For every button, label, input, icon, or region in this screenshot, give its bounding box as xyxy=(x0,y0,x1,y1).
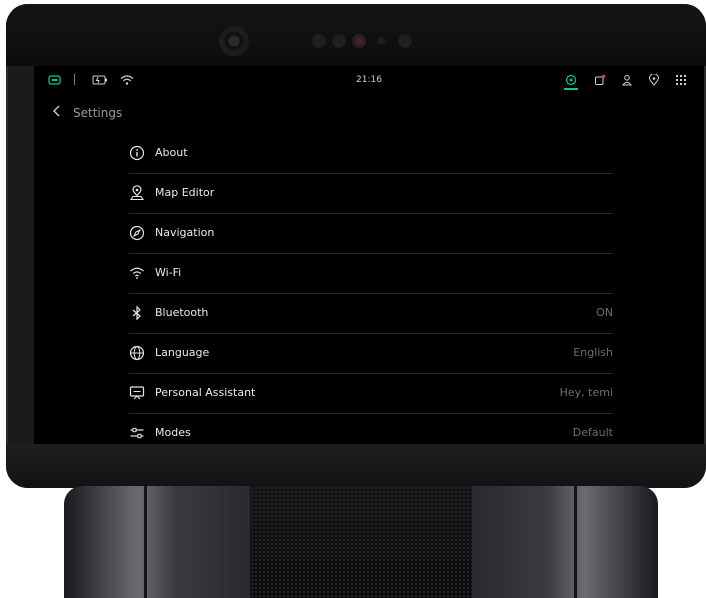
charging-icon xyxy=(92,74,108,89)
navigation-target-icon[interactable] xyxy=(565,74,577,89)
assistant-icon xyxy=(129,385,145,401)
settings-item-navigation[interactable]: Navigation xyxy=(129,214,613,254)
panel-seam xyxy=(144,486,147,598)
robot-device-frame: 21:16 Settings About Map Editor Navigati… xyxy=(6,4,706,488)
bottom-bezel xyxy=(6,444,706,488)
sliders-icon xyxy=(129,425,145,441)
settings-item-language[interactable]: Language English xyxy=(129,334,613,374)
settings-item-label: Wi-Fi xyxy=(155,266,182,279)
settings-item-modes[interactable]: Modes Default xyxy=(129,414,613,444)
settings-item-label: Bluetooth xyxy=(155,306,209,319)
sensor-dot xyxy=(332,34,346,48)
settings-item-value: English xyxy=(573,346,613,359)
settings-item-label: Map Editor xyxy=(155,186,215,199)
panel-seam xyxy=(574,486,577,598)
settings-list: About Map Editor Navigation Wi-Fi Blueto… xyxy=(129,134,613,444)
wifi-icon xyxy=(129,265,145,281)
active-indicator xyxy=(564,88,578,90)
settings-item-value: Hey, temi xyxy=(559,386,613,399)
sensor-dot xyxy=(398,34,412,48)
wifi-icon xyxy=(120,74,134,89)
bluetooth-icon xyxy=(129,305,145,321)
settings-item-value: Default xyxy=(572,426,613,439)
sensor-dot-red xyxy=(352,34,366,48)
compass-icon xyxy=(129,225,145,241)
page-title: Settings xyxy=(73,106,123,120)
apps-grid-icon[interactable] xyxy=(675,74,687,89)
settings-item-about[interactable]: About xyxy=(129,134,613,174)
settings-item-label: Modes xyxy=(155,426,191,439)
globe-icon xyxy=(129,345,145,361)
chevron-left-icon[interactable] xyxy=(52,104,62,123)
settings-item-value: ON xyxy=(596,306,613,319)
status-bar: 21:16 xyxy=(34,66,704,94)
top-bezel xyxy=(6,4,706,66)
camera-lens xyxy=(219,26,249,56)
sensor-dot xyxy=(377,37,385,45)
battery-icon xyxy=(48,74,62,89)
settings-item-bluetooth[interactable]: Bluetooth ON xyxy=(129,294,613,334)
sensor-dot xyxy=(312,34,326,48)
location-pin-icon[interactable] xyxy=(648,73,660,89)
settings-item-label: Language xyxy=(155,346,210,359)
settings-item-wifi[interactable]: Wi-Fi xyxy=(129,254,613,294)
settings-item-personal-assistant[interactable]: Personal Assistant Hey, temi xyxy=(129,374,613,414)
map-editor-icon xyxy=(129,185,145,201)
settings-item-label: Personal Assistant xyxy=(155,386,256,399)
info-icon xyxy=(129,145,145,161)
user-icon[interactable] xyxy=(621,74,633,89)
settings-item-label: Navigation xyxy=(155,226,215,239)
base-left-panel xyxy=(64,486,250,598)
clock-time: 21:16 xyxy=(356,75,382,85)
notifications-icon[interactable] xyxy=(594,74,606,89)
status-divider xyxy=(74,74,75,85)
speaker-mesh xyxy=(250,486,472,598)
display-screen: 21:16 Settings About Map Editor Navigati… xyxy=(34,66,704,444)
settings-item-label: About xyxy=(155,146,188,159)
base-right-panel xyxy=(472,486,658,598)
settings-item-map-editor[interactable]: Map Editor xyxy=(129,174,613,214)
robot-base xyxy=(64,486,658,598)
